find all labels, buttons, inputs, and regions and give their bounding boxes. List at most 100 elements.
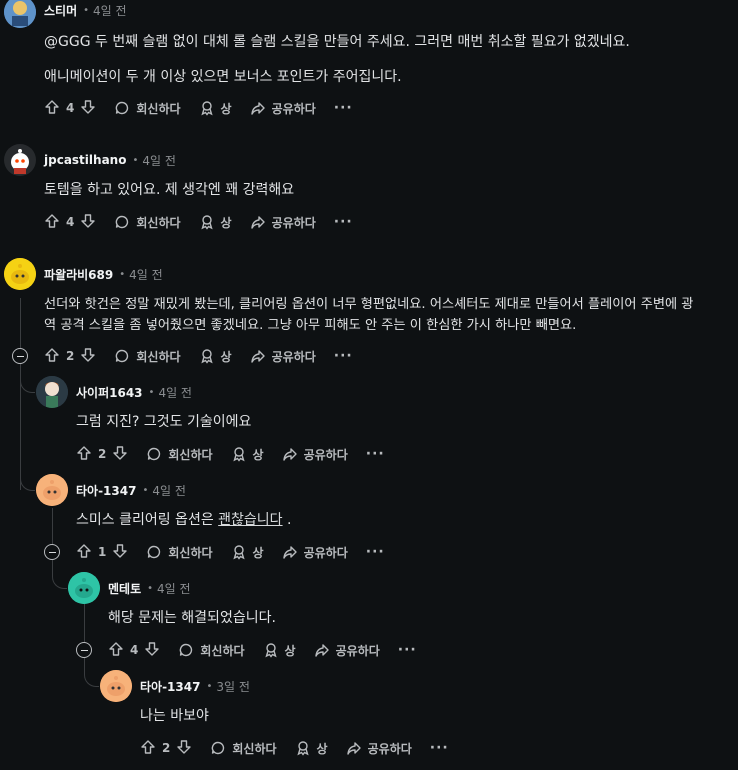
reply-button[interactable]: 회신하다 — [114, 100, 181, 117]
body-text: . — [282, 512, 292, 528]
upvote-icon[interactable] — [44, 99, 60, 118]
vote-score: 2 — [66, 349, 75, 363]
downvote-icon[interactable] — [80, 213, 96, 232]
thread-line — [52, 508, 53, 546]
comment-meta: 파왈라비689 • 4일 전 — [44, 264, 163, 284]
more-options-button[interactable]: ··· — [334, 348, 353, 364]
downvote-icon[interactable] — [112, 445, 128, 464]
comment-actions: 2 회신하다 상 공유하다 ··· — [140, 736, 449, 760]
downvote-icon[interactable] — [112, 543, 128, 562]
downvote-icon[interactable] — [80, 347, 96, 366]
reply-button[interactable]: 회신하다 — [114, 214, 181, 231]
vote-score: 1 — [98, 545, 107, 559]
comment-body: 스미스 클리어링 옵션은 괜찮습니다 . — [76, 510, 291, 531]
thread-line — [20, 298, 21, 348]
comment-paragraph: 애니메이션이 두 개 이상 있으면 보너스 포인트가 주어집니다. — [44, 69, 402, 85]
award-button[interactable]: 상 — [263, 642, 296, 659]
author-name[interactable]: 사이퍼1643 — [76, 384, 143, 401]
thread-elbow — [84, 656, 99, 687]
author-name[interactable]: 멘테토 — [108, 580, 141, 597]
avatar[interactable] — [36, 474, 68, 506]
award-button[interactable]: 상 — [231, 544, 264, 561]
avatar[interactable] — [100, 670, 132, 702]
body-link[interactable]: 괜찮습니다 — [218, 512, 282, 528]
more-options-button[interactable]: ··· — [334, 214, 353, 230]
award-button[interactable]: 상 — [199, 214, 232, 231]
avatar[interactable] — [36, 376, 68, 408]
comment-body: 선더와 핫건은 정말 재밌게 봤는데, 클리어링 옵션이 너무 형편없네요. 어… — [44, 294, 734, 336]
share-button[interactable]: 공유하다 — [282, 544, 348, 561]
upvote-icon[interactable] — [76, 445, 92, 464]
comment-line: 역 공격 스킬을 좀 넣어줬으면 좋겠네요. 그냥 아무 피해도 안 주는 이 … — [44, 318, 577, 333]
vote-group: 4 — [44, 213, 96, 232]
award-button[interactable]: 상 — [199, 348, 232, 365]
thread-line — [84, 604, 85, 644]
downvote-icon[interactable] — [176, 739, 192, 758]
collapse-thread-button[interactable] — [12, 348, 28, 364]
timestamp: 4일 전 — [129, 267, 163, 282]
collapse-thread-button[interactable] — [44, 544, 60, 560]
award-button[interactable]: 상 — [199, 100, 232, 117]
author-name[interactable]: 파왈라비689 — [44, 266, 113, 283]
reply-button[interactable]: 회신하다 — [146, 544, 213, 561]
share-button[interactable]: 공유하다 — [346, 740, 412, 757]
reply-button[interactable]: 회신하다 — [114, 348, 181, 365]
comment-actions: 2 회신하다 상 공유하다 ··· — [44, 344, 353, 368]
avatar[interactable] — [68, 572, 100, 604]
more-options-button[interactable]: ··· — [334, 100, 353, 116]
more-options-button[interactable]: ··· — [398, 642, 417, 658]
reply-button[interactable]: 회신하다 — [210, 740, 277, 757]
author-name[interactable]: jpcastilhano — [44, 153, 126, 167]
upvote-icon[interactable] — [108, 641, 124, 660]
vote-group: 1 — [76, 543, 128, 562]
comment-body: 나는 바보야 — [140, 708, 209, 724]
downvote-icon[interactable] — [144, 641, 160, 660]
comment-meta: 사이퍼1643 • 4일 전 — [76, 382, 192, 402]
author-name[interactable]: 스티머 — [44, 2, 77, 19]
upvote-icon[interactable] — [44, 213, 60, 232]
award-button[interactable]: 상 — [231, 446, 264, 463]
more-options-button[interactable]: ··· — [366, 446, 385, 462]
author-name[interactable]: 타아-1347 — [76, 482, 136, 499]
body-text: 스미스 클리어링 옵션은 — [76, 512, 219, 528]
share-button[interactable]: 공유하다 — [250, 100, 316, 117]
reply-button[interactable]: 회신하다 — [178, 642, 245, 659]
award-button[interactable]: 상 — [295, 740, 328, 757]
vote-score: 2 — [98, 447, 107, 461]
upvote-icon[interactable] — [44, 347, 60, 366]
separator-dot: • — [132, 154, 139, 166]
avatar[interactable] — [4, 144, 36, 176]
collapse-thread-button[interactable] — [76, 642, 92, 658]
separator-dot: • — [119, 268, 126, 280]
comment-actions: 4 회신하다 상 공유하다 ··· — [44, 96, 353, 120]
vote-score: 4 — [130, 643, 139, 657]
timestamp: 4일 전 — [158, 385, 192, 400]
comment-actions: 4 회신하다 상 공유하다 ··· — [44, 210, 353, 234]
reply-button[interactable]: 회신하다 — [146, 446, 213, 463]
more-options-button[interactable]: ··· — [430, 740, 449, 756]
avatar[interactable] — [4, 0, 36, 28]
separator-dot: • — [148, 386, 155, 398]
comment-paragraph: @GGG 두 번째 슬램 없이 대체 롤 슬램 스킬을 만들어 주세요. 그러면… — [44, 34, 630, 50]
comment-actions: 1 회신하다 상 공유하다 ··· — [76, 540, 385, 564]
share-button[interactable]: 공유하다 — [282, 446, 348, 463]
comment-body: 해당 문제는 해결되었습니다. — [108, 610, 276, 626]
avatar[interactable] — [4, 258, 36, 290]
comment-meta: 스티머 • 4일 전 — [44, 0, 127, 20]
upvote-icon[interactable] — [76, 543, 92, 562]
comment-meta: jpcastilhano • 4일 전 — [44, 150, 176, 170]
vote-group: 4 — [108, 641, 160, 660]
vote-group: 4 — [44, 99, 96, 118]
comment-body: @GGG 두 번째 슬램 없이 대체 롤 슬램 스킬을 만들어 주세요. 그러면… — [44, 32, 630, 88]
downvote-icon[interactable] — [80, 99, 96, 118]
author-name[interactable]: 타아-1347 — [140, 678, 200, 695]
separator-dot: • — [147, 582, 154, 594]
share-button[interactable]: 공유하다 — [250, 214, 316, 231]
vote-group: 2 — [44, 347, 96, 366]
separator-dot: • — [83, 4, 90, 16]
thread-elbow — [20, 364, 35, 393]
more-options-button[interactable]: ··· — [366, 544, 385, 560]
upvote-icon[interactable] — [140, 739, 156, 758]
share-button[interactable]: 공유하다 — [314, 642, 380, 659]
share-button[interactable]: 공유하다 — [250, 348, 316, 365]
